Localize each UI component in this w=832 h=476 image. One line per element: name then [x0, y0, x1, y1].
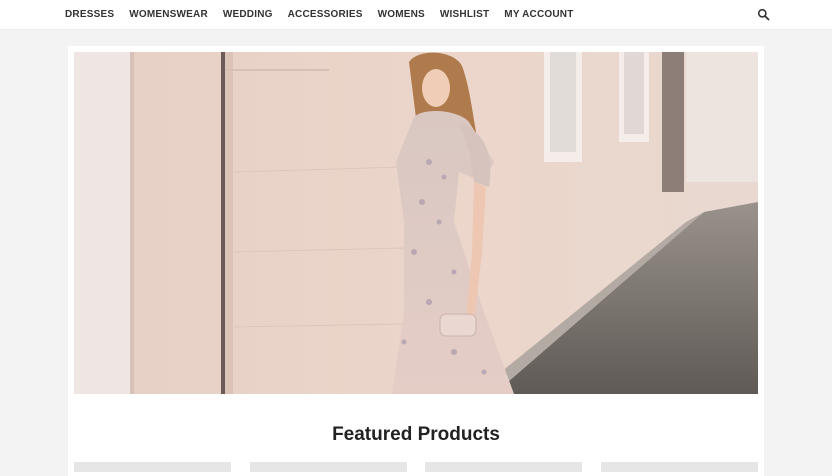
nav-item-accessories[interactable]: ACCESSORIES [288, 9, 363, 20]
nav-item-my-account[interactable]: MY ACCOUNT [504, 9, 573, 20]
top-navigation-bar: DRESSES WOMENSWEAR WEDDING ACCESSORIES W… [0, 0, 832, 30]
product-thumbnail[interactable] [74, 462, 231, 472]
product-thumbnail[interactable] [250, 462, 407, 472]
featured-products-heading: Featured Products [332, 424, 500, 445]
product-thumbnail[interactable] [425, 462, 582, 472]
hero-banner-image[interactable] [74, 52, 758, 394]
search-icon[interactable] [757, 8, 770, 21]
nav-item-wishlist[interactable]: WISHLIST [440, 9, 489, 20]
nav-item-dresses[interactable]: DRESSES [65, 9, 114, 20]
nav-item-wedding[interactable]: WEDDING [223, 9, 273, 20]
product-thumbnail[interactable] [601, 462, 758, 472]
main-menu: DRESSES WOMENSWEAR WEDDING ACCESSORIES W… [65, 0, 589, 29]
nav-item-womens[interactable]: WOMENS [378, 9, 425, 20]
nav-item-womenswear[interactable]: WOMENSWEAR [129, 9, 208, 20]
